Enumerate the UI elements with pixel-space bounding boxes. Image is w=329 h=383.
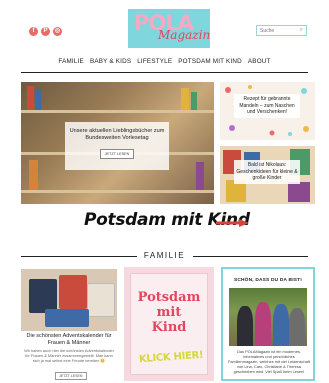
promo-line: mit (156, 305, 182, 320)
pinterest-icon[interactable]: P (41, 27, 50, 36)
nav-divider (21, 72, 308, 73)
hero-overlay: Unsere aktuellen Lieblingsbücher zum Bun… (65, 122, 169, 170)
calendar (59, 275, 87, 309)
post-excerpt: Wir haben auch hier die schönsten Advent… (24, 348, 114, 363)
nav-item-lifestyle[interactable]: LIFESTYLE (137, 58, 172, 65)
arrow-right-icon[interactable] (216, 218, 252, 228)
book (181, 88, 189, 110)
promo-line: Potsdam (137, 290, 201, 305)
nav-item-about[interactable]: ABOUT (248, 58, 271, 65)
promo-inner: Potsdam mit Kind KLICK HIER! (130, 273, 208, 375)
promo-cta[interactable]: KLICK HIER! (139, 350, 204, 365)
side-post-title[interactable]: Bald ist Nikolaus: Geschenkideen für kle… (234, 160, 300, 184)
book (191, 92, 197, 110)
person (255, 302, 271, 346)
side-post-title[interactable]: Rezept für gebrannte Mandeln – zum Nasch… (234, 94, 300, 118)
search-input[interactable] (260, 27, 294, 34)
main-nav: FAMILIE BABY & KIDS LIFESTYLE POTSDAM MI… (0, 58, 329, 65)
logo-text-sub: Magazin (158, 28, 211, 42)
site-logo[interactable]: POLA Magazin (128, 9, 210, 48)
post-image-advent[interactable] (21, 269, 117, 331)
promo-title: Potsdam mit Kind (131, 290, 207, 335)
potsdam-promo-card[interactable]: Potsdam mit Kind KLICK HIER! (124, 267, 214, 381)
hero-read-button[interactable]: JETZT LESEN (99, 149, 135, 159)
nav-item-familie[interactable]: FAMILIE (58, 58, 84, 65)
book (29, 160, 38, 190)
shelf (21, 190, 214, 193)
calendar (87, 283, 115, 317)
promo-line: Kind (151, 320, 187, 335)
shelf (21, 110, 214, 113)
person (237, 306, 253, 346)
post-read-button[interactable]: JETZT LESEN (55, 372, 87, 380)
book (35, 90, 41, 110)
side-post-nikolaus[interactable]: Bald ist Nikolaus: Geschenkideen für kle… (220, 146, 315, 204)
nav-item-potsdam-mit-kind[interactable]: POTSDAM MIT KIND (178, 58, 242, 65)
about-widget: SCHÖN, DASS DU DA BIST! Das POLAMagazin … (221, 267, 315, 381)
post-title[interactable]: Die schönsten Adventskalender für Frauen… (21, 333, 117, 346)
hero-post[interactable]: Unsere aktuellen Lieblingsbücher zum Bun… (21, 82, 214, 204)
about-heading: SCHÖN, DASS DU DA BIST! (233, 278, 303, 283)
nav-item-baby-kids[interactable]: BABY & KIDS (90, 58, 131, 65)
book (196, 162, 204, 190)
side-post-recipe[interactable]: Rezept für gebrannte Mandeln – zum Nasch… (220, 82, 315, 140)
team-photo (229, 288, 307, 346)
person (289, 308, 305, 346)
section-divider-right (193, 256, 308, 257)
calendar (45, 309, 89, 327)
book (27, 86, 34, 110)
person (273, 304, 289, 346)
social-links: f P ◎ (29, 27, 62, 36)
facebook-icon[interactable]: f (29, 27, 38, 36)
instagram-icon[interactable]: ◎ (53, 27, 62, 36)
hero-title[interactable]: Unsere aktuellen Lieblingsbücher zum Bun… (65, 128, 169, 142)
about-text: Das POLAMagazin ist ein modernes, inform… (228, 349, 310, 374)
calendar (29, 279, 57, 313)
search-box[interactable]: ⌕ (256, 25, 307, 36)
search-icon[interactable]: ⌕ (300, 27, 303, 34)
